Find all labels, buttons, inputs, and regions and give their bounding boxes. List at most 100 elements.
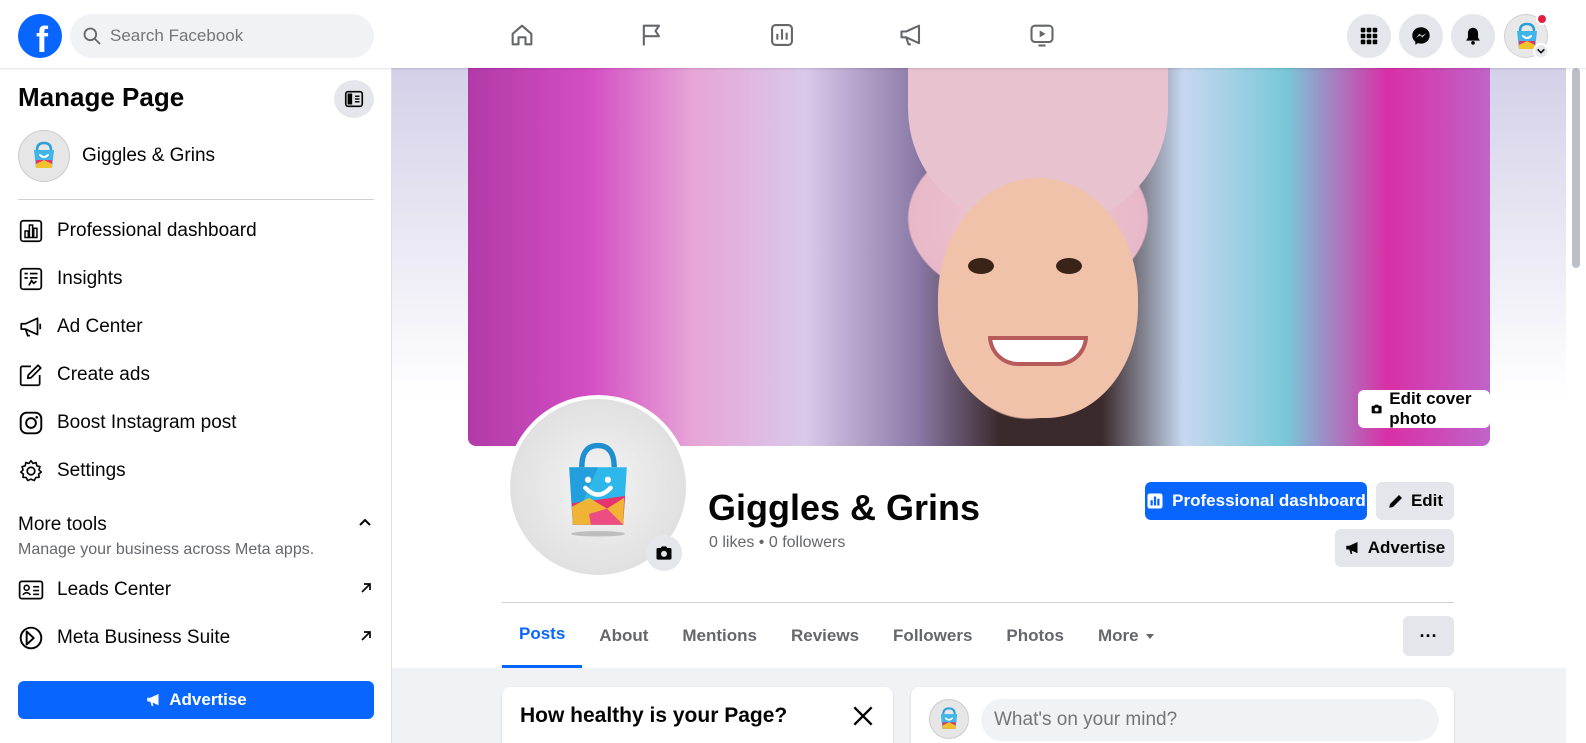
tab-label: Reviews bbox=[791, 625, 860, 645]
sidebar-item-settings[interactable]: Settings bbox=[18, 451, 374, 491]
scrollbar-thumb[interactable] bbox=[1572, 68, 1580, 268]
sidebar-item-insights[interactable]: Insights bbox=[18, 259, 374, 299]
sidebar-item-label: Professional dashboard bbox=[57, 220, 257, 241]
sidebar-item-meta-business-suite[interactable]: Meta Business Suite bbox=[18, 618, 374, 658]
sidebar-item-create-ads[interactable]: Create ads bbox=[18, 355, 374, 395]
update-profile-picture-button[interactable] bbox=[646, 535, 682, 571]
tab-reviews[interactable]: Reviews bbox=[774, 603, 876, 668]
sidebar-item-leads-center[interactable]: Leads Center bbox=[18, 570, 374, 610]
tab-more[interactable]: More bbox=[1081, 603, 1172, 668]
composer-card bbox=[911, 687, 1454, 743]
megaphone-icon bbox=[18, 314, 44, 340]
edit-label: Edit bbox=[1410, 491, 1444, 510]
more-options-button[interactable]: ··· bbox=[1403, 616, 1454, 656]
sidebar-toggle-icon bbox=[344, 90, 364, 108]
cover-photo: Edit cover photo bbox=[468, 68, 1490, 446]
tab-label: Photos bbox=[1006, 625, 1065, 645]
chevron-up-icon[interactable] bbox=[356, 514, 374, 532]
page-stats[interactable]: 0 likes • 0 followers bbox=[709, 534, 845, 552]
search-input[interactable] bbox=[110, 26, 350, 46]
camera-icon bbox=[656, 546, 672, 560]
sidebar-advertise-label: Advertise bbox=[169, 690, 247, 709]
more-tools-description: Manage your business across Meta apps. bbox=[18, 541, 315, 558]
sidebar-item-label: Insights bbox=[57, 268, 123, 289]
composer-avatar[interactable] bbox=[929, 699, 969, 739]
page-title: Giggles & Grins bbox=[708, 487, 981, 528]
page-health-card: How healthy is your Page? bbox=[502, 687, 893, 743]
close-icon[interactable] bbox=[850, 703, 876, 729]
messenger-icon[interactable] bbox=[1399, 14, 1443, 58]
edit-cover-photo-label: Edit cover photo bbox=[1389, 389, 1472, 428]
professional-dashboard-button[interactable]: Professional dashboard bbox=[1145, 482, 1367, 520]
tab-label: Posts bbox=[519, 624, 566, 643]
id-card-icon bbox=[18, 577, 44, 603]
gear-icon bbox=[18, 458, 44, 484]
flag-icon[interactable] bbox=[637, 20, 667, 50]
megaphone-icon[interactable] bbox=[897, 20, 927, 50]
professional-dashboard-label: Professional dashboard bbox=[1172, 491, 1366, 510]
chevron-down-icon[interactable] bbox=[1533, 43, 1549, 59]
sidebar-item-ad-center[interactable]: Ad Center bbox=[18, 307, 374, 347]
sidebar-advertise-button[interactable]: Advertise bbox=[18, 681, 374, 719]
sidebar-item-label: Ad Center bbox=[57, 316, 143, 337]
tab-photos[interactable]: Photos bbox=[989, 603, 1081, 668]
facebook-logo-letter: f bbox=[36, 19, 48, 60]
caret-down-icon bbox=[1145, 633, 1154, 639]
external-link-icon bbox=[361, 631, 371, 641]
cover-eye-shape bbox=[1056, 258, 1082, 274]
sidebar-item-label: Meta Business Suite bbox=[57, 627, 231, 648]
profile-header: Edit cover photo Giggles & Grins 0 likes… bbox=[392, 68, 1566, 668]
more-tools-heading[interactable]: More tools bbox=[18, 514, 107, 536]
sidebar-page-switcher[interactable]: Giggles & Grins bbox=[18, 130, 215, 182]
sidebar-item-label: Boost Instagram post bbox=[57, 412, 237, 433]
tab-about[interactable]: About bbox=[582, 603, 665, 668]
page-tabs: Posts About Mentions Reviews Followers P… bbox=[502, 603, 1172, 668]
page-avatar bbox=[18, 130, 70, 182]
megaphone-icon bbox=[147, 694, 159, 706]
home-icon[interactable] bbox=[507, 20, 537, 50]
cover-face-shape bbox=[938, 178, 1138, 418]
composer-input[interactable] bbox=[981, 699, 1439, 741]
edit-cover-photo-button[interactable]: Edit cover photo bbox=[1358, 389, 1490, 428]
advertise-button[interactable]: Advertise bbox=[1335, 529, 1454, 567]
search-icon bbox=[83, 27, 101, 45]
tab-posts[interactable]: Posts bbox=[502, 603, 583, 668]
megaphone-icon bbox=[1346, 542, 1358, 554]
divider bbox=[18, 199, 374, 200]
account-avatar[interactable] bbox=[1504, 13, 1549, 59]
camera-icon bbox=[1371, 404, 1382, 414]
manage-page-sidebar: Manage Page Giggles & Grins Professional… bbox=[0, 68, 392, 743]
tab-label: Mentions bbox=[682, 625, 757, 645]
shopping-bag-logo-icon bbox=[569, 442, 627, 537]
sidebar-item-label: Settings bbox=[57, 460, 126, 481]
pencil-square-icon bbox=[18, 362, 44, 388]
sidebar-title: Manage Page bbox=[18, 82, 185, 112]
cover-smile-shape bbox=[988, 336, 1088, 366]
tab-label: About bbox=[599, 625, 649, 645]
sidebar-item-label: Leads Center bbox=[57, 579, 172, 600]
sidebar-item-boost-instagram-post[interactable]: Boost Instagram post bbox=[18, 403, 374, 443]
grid-menu-icon[interactable] bbox=[1347, 14, 1391, 58]
advertise-label: Advertise bbox=[1367, 538, 1446, 557]
edit-button[interactable]: Edit bbox=[1376, 482, 1454, 520]
meta-business-icon bbox=[18, 625, 44, 651]
tab-mentions[interactable]: Mentions bbox=[665, 603, 774, 668]
bell-icon[interactable] bbox=[1451, 14, 1495, 58]
dashboard-icon bbox=[1147, 493, 1163, 509]
external-link-icon bbox=[361, 583, 371, 593]
page-scrollbar[interactable] bbox=[1566, 68, 1586, 743]
sidebar-item-label: Create ads bbox=[57, 364, 150, 385]
search-box[interactable] bbox=[70, 14, 374, 58]
tab-followers[interactable]: Followers bbox=[876, 603, 989, 668]
facebook-logo[interactable]: f bbox=[18, 14, 62, 58]
instagram-icon bbox=[18, 410, 44, 436]
page-health-title: How healthy is your Page? bbox=[520, 704, 788, 727]
shopping-bag-logo-icon bbox=[34, 141, 54, 168]
insights-icon bbox=[18, 266, 44, 292]
collapse-sidebar-button[interactable] bbox=[334, 80, 374, 118]
pencil-icon bbox=[1389, 495, 1402, 508]
notification-dot bbox=[1536, 13, 1548, 25]
chart-icon[interactable] bbox=[767, 20, 797, 50]
sidebar-item-professional-dashboard[interactable]: Professional dashboard bbox=[18, 211, 374, 251]
video-icon[interactable] bbox=[1027, 20, 1057, 50]
